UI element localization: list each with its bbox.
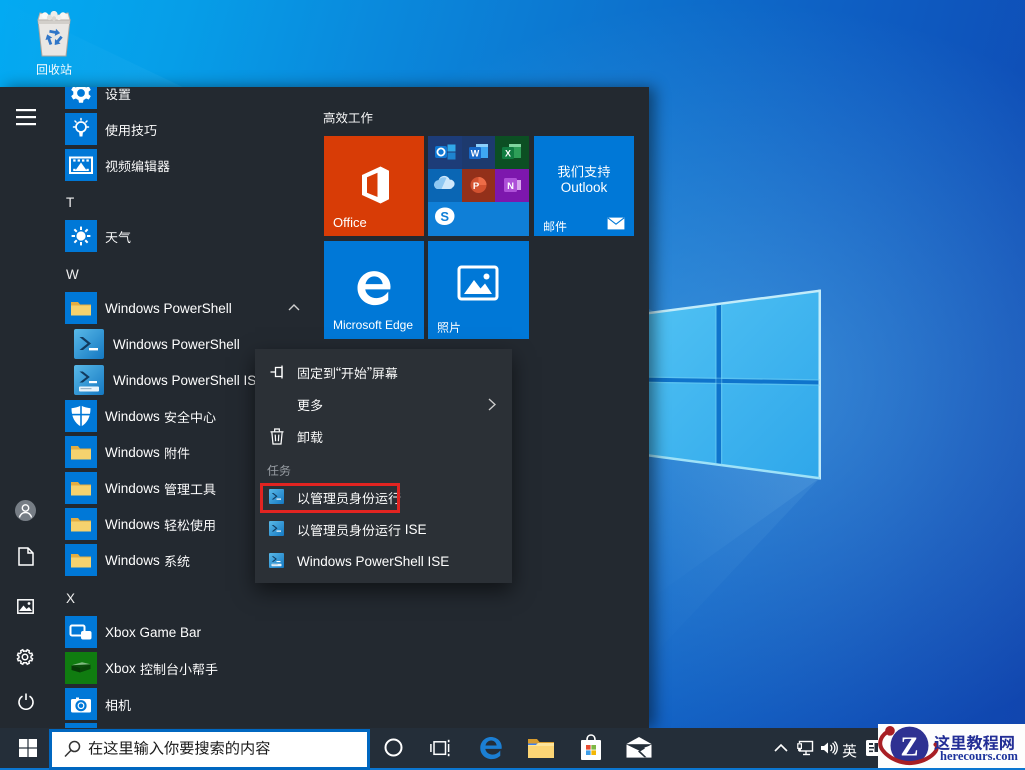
- svg-text:S: S: [440, 209, 449, 224]
- svg-text:N: N: [507, 181, 514, 192]
- svg-text:Z: Z: [900, 732, 918, 762]
- svg-text:W: W: [471, 149, 480, 159]
- svg-text:P: P: [473, 181, 480, 192]
- svg-text:X: X: [505, 149, 511, 159]
